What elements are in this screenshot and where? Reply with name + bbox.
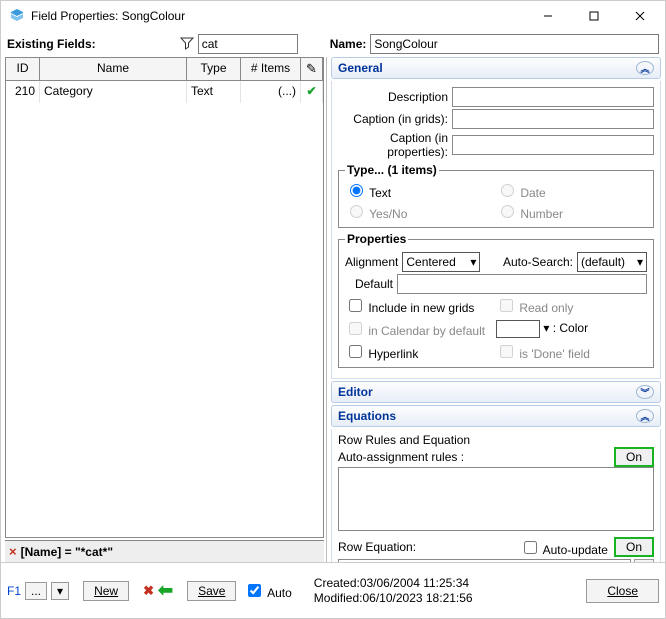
caption-props-input[interactable]	[452, 135, 654, 155]
undo-icon[interactable]: ⬅	[158, 580, 173, 601]
chevron-up-icon[interactable]: ︽	[636, 61, 654, 75]
caption-props-label: Caption (in properties):	[338, 131, 448, 159]
editor-header[interactable]: Editor ︾	[331, 381, 661, 403]
radio-number: Number	[496, 202, 647, 221]
properties-fieldset: Properties Alignment Centered▾ Auto-Sear…	[338, 232, 654, 368]
name-input[interactable]	[370, 34, 659, 54]
cell-type: Text	[187, 81, 241, 103]
created-text: Created:03/06/2004 11:25:34	[314, 576, 473, 591]
close-dialog-button[interactable]: Close	[586, 579, 659, 603]
chk-hyperlink[interactable]: Hyperlink	[345, 342, 496, 361]
row-rules-label: Row Rules and Equation	[338, 433, 654, 447]
type-legend: Type... (1 items)	[345, 163, 439, 177]
alignment-select[interactable]: Centered▾	[402, 252, 480, 272]
col-items[interactable]: # Items	[241, 58, 301, 80]
titlebar: Field Properties: SongColour	[1, 1, 665, 31]
chevron-down-icon[interactable]: ︾	[636, 385, 654, 399]
row-equation-label: Row Equation:	[338, 540, 416, 554]
chk-done: is 'Done' field	[496, 342, 647, 361]
cell-id: 210	[6, 81, 40, 103]
default-input[interactable]	[397, 274, 647, 294]
col-id[interactable]: ID	[6, 58, 40, 80]
chk-include[interactable]: Include in new grids	[345, 296, 496, 315]
auto-rules-textarea[interactable]	[338, 467, 654, 531]
filter-clear-icon[interactable]: ×	[9, 544, 17, 559]
autosearch-select[interactable]: (default)▾	[577, 252, 647, 272]
filter-input[interactable]	[198, 34, 298, 54]
default-label: Default	[345, 277, 393, 291]
auto-rules-on-button[interactable]: On	[614, 447, 654, 467]
existing-fields-label: Existing Fields:	[7, 37, 96, 51]
properties-legend: Properties	[345, 232, 408, 246]
caption-grids-label: Caption (in grids):	[338, 112, 448, 126]
chk-auto[interactable]: Auto	[244, 581, 291, 600]
description-label: Description	[338, 90, 448, 104]
equations-header[interactable]: Equations ︽	[331, 405, 661, 427]
save-button[interactable]: Save	[187, 581, 236, 601]
modified-text: Modified:06/10/2023 18:21:56	[314, 591, 473, 606]
f1-label: F1	[7, 584, 21, 598]
more-dropdown[interactable]: ▾	[51, 582, 69, 600]
autosearch-label: Auto-Search:	[503, 255, 573, 269]
col-check-icon[interactable]: ✎	[301, 58, 323, 80]
chevron-up-icon[interactable]: ︽	[636, 409, 654, 423]
chk-readonly: Read only	[496, 296, 647, 315]
filter-bar: × [Name] = "*cat*"	[5, 540, 324, 562]
cell-name: Category	[40, 81, 187, 103]
new-button[interactable]: New	[83, 581, 129, 601]
radio-text[interactable]: Text	[345, 181, 496, 200]
more-button[interactable]: ...	[25, 582, 47, 600]
app-icon	[9, 8, 25, 24]
cell-items[interactable]: (...)	[241, 81, 301, 103]
minimize-button[interactable]	[525, 1, 571, 31]
description-input[interactable]	[452, 87, 654, 107]
close-button[interactable]	[617, 1, 663, 31]
radio-yesno: Yes/No	[345, 202, 496, 221]
type-fieldset: Type... (1 items) Text Date Yes/No Numbe…	[338, 163, 654, 228]
auto-rules-label: Auto-assignment rules :	[338, 450, 464, 464]
table-row[interactable]: 210 Category Text (...) ✔	[6, 81, 323, 103]
fields-grid: ID Name Type # Items ✎ 210 Category Text…	[5, 57, 324, 538]
delete-icon[interactable]: ✖	[143, 583, 154, 599]
maximize-button[interactable]	[571, 1, 617, 31]
chk-auto-update[interactable]: Auto-update	[520, 538, 608, 557]
alignment-label: Alignment	[345, 255, 398, 269]
general-header[interactable]: General ︽	[331, 57, 661, 79]
radio-date: Date	[496, 181, 647, 200]
cell-check-icon: ✔	[301, 81, 323, 103]
col-name[interactable]: Name	[40, 58, 187, 80]
window-title: Field Properties: SongColour	[31, 9, 525, 23]
filter-expression: [Name] = "*cat*"	[21, 545, 113, 559]
name-label: Name:	[330, 37, 367, 51]
filter-icon[interactable]	[180, 36, 194, 53]
col-type[interactable]: Type	[187, 58, 241, 80]
timestamps: Created:03/06/2004 11:25:34 Modified:06/…	[314, 576, 473, 606]
row-equation-on-button[interactable]: On	[614, 537, 654, 557]
color-row[interactable]: ▾ : Color	[496, 320, 647, 338]
chk-calendar: in Calendar by default	[345, 319, 496, 338]
caption-grids-input[interactable]	[452, 109, 654, 129]
